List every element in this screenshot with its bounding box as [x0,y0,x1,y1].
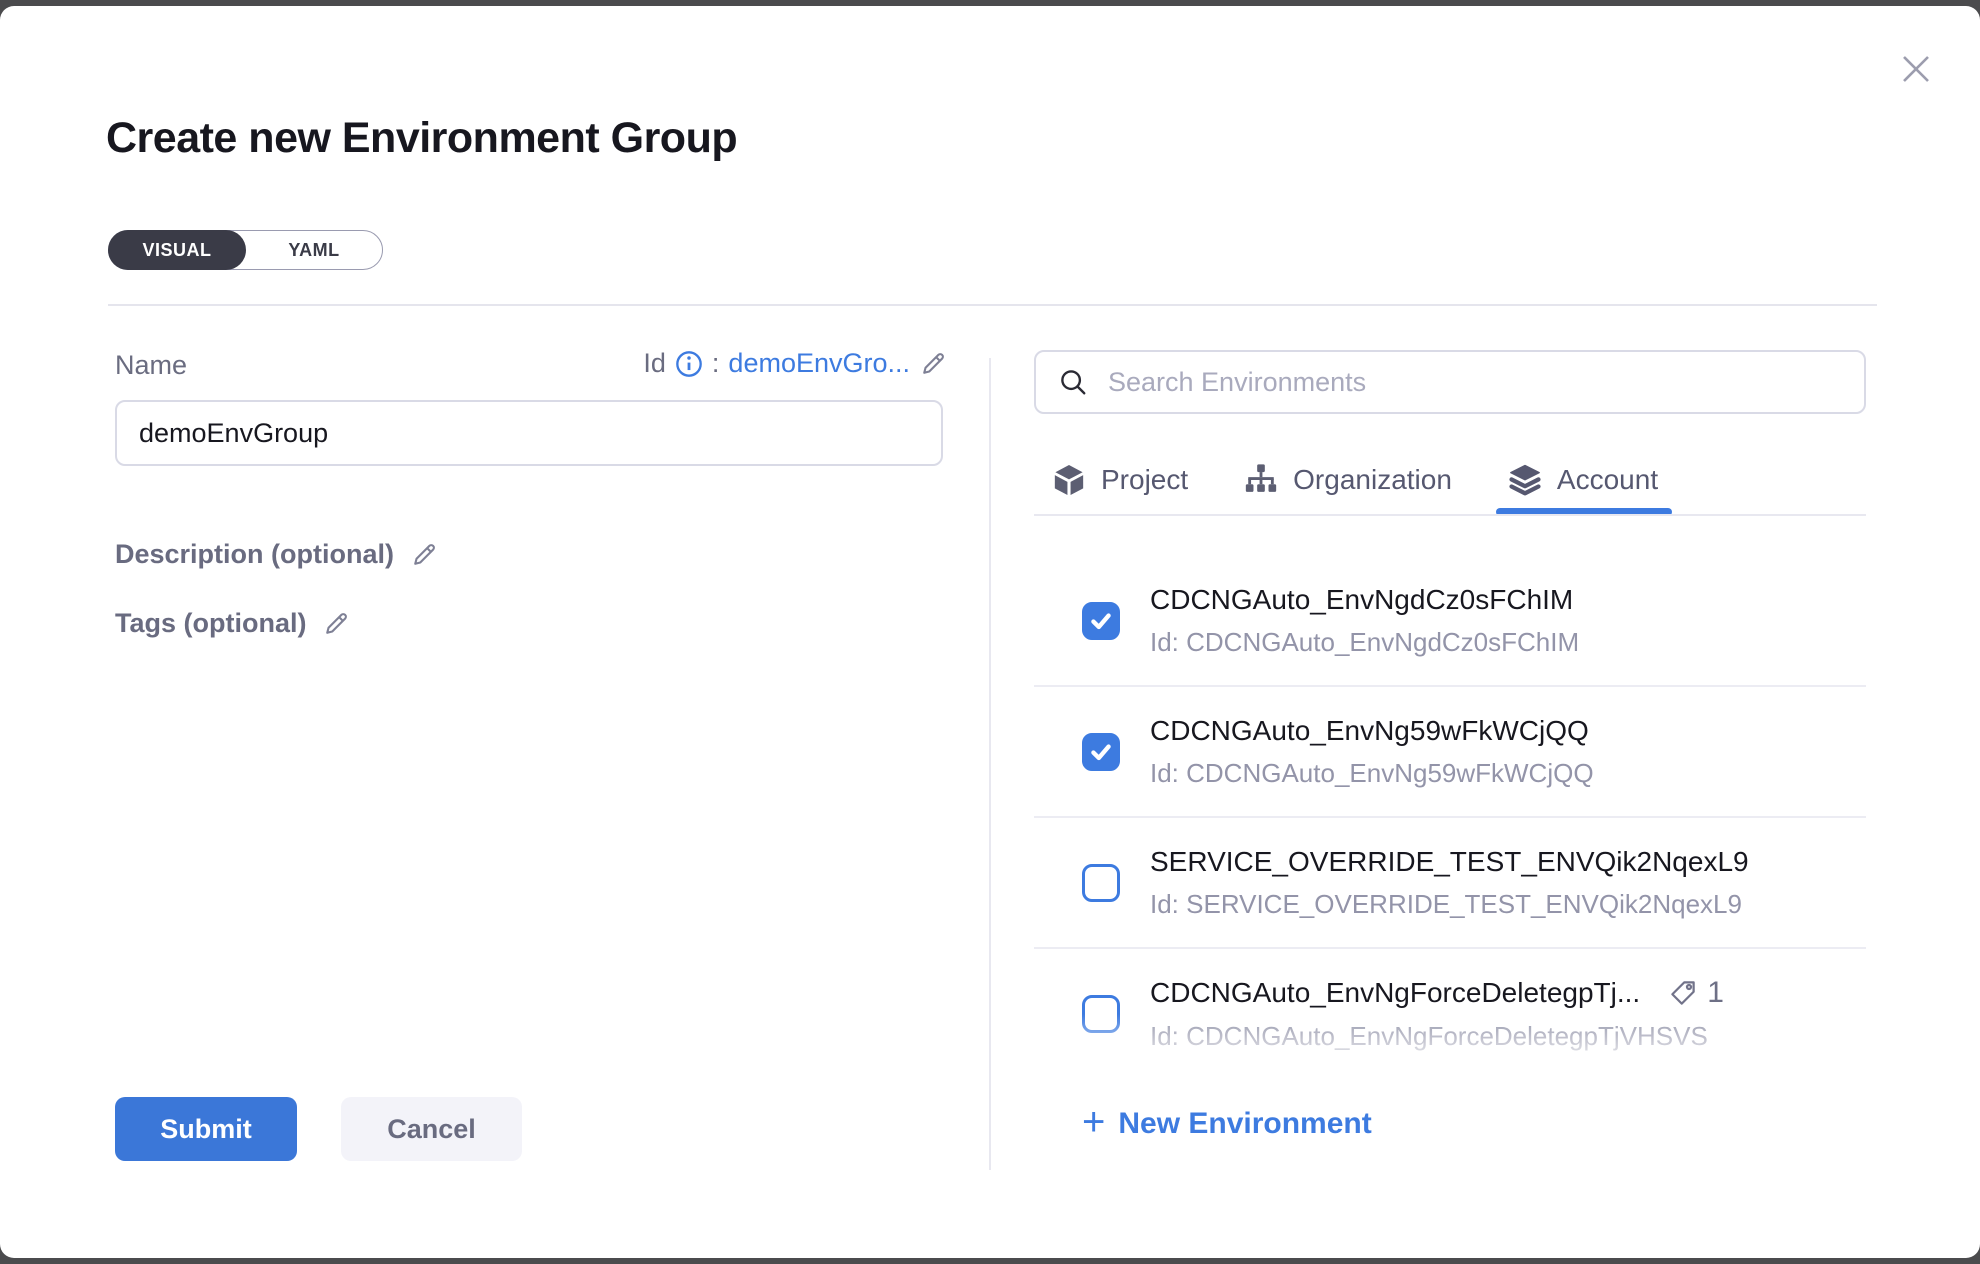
cancel-button[interactable]: Cancel [341,1097,522,1161]
environment-id: Id: CDCNGAuto_EnvNg59wFkWCjQQ [1150,758,1594,789]
close-icon[interactable] [1891,44,1941,94]
environment-row[interactable]: CDCNGAuto_EnvNgdCz0sFChIM Id: CDCNGAuto_… [1034,556,1866,687]
yaml-toggle-button[interactable]: YAML [246,231,382,269]
visual-toggle-button[interactable]: VISUAL [108,230,246,270]
plus-icon: + [1082,1102,1105,1142]
layers-icon [1508,463,1542,497]
tag-count-badge: 1 [1668,976,1724,1010]
tab-account-label: Account [1557,464,1658,496]
environment-checkbox[interactable] [1082,995,1120,1033]
tab-organization-label: Organization [1293,464,1452,496]
environment-list: CDCNGAuto_EnvNgdCz0sFChIM Id: CDCNGAuto_… [1034,516,1866,1066]
environment-id: Id: CDCNGAuto_EnvNgdCz0sFChIM [1150,627,1579,658]
environment-row[interactable]: SERVICE_OVERRIDE_TEST_ENVQik2NqexL9 Id: … [1034,818,1866,949]
cube-icon [1052,463,1086,497]
search-environments-box [1034,350,1866,414]
name-label: Name [115,350,187,381]
edit-tags-icon[interactable] [322,610,350,638]
tag-icon [1668,978,1698,1008]
environment-checkbox[interactable] [1082,602,1120,640]
environment-row[interactable]: CDCNGAuto_EnvNgForceDeletegpTj... 1 Id: … [1034,949,1866,1066]
environment-name: CDCNGAuto_EnvNg59wFkWCjQQ [1150,715,1589,747]
tag-count: 1 [1707,976,1724,1010]
edit-description-icon[interactable] [410,541,438,569]
identifier-row: Id : demoEnvGro... [585,348,947,379]
tab-project-label: Project [1101,464,1188,496]
environment-name: CDCNGAuto_EnvNgdCz0sFChIM [1150,584,1573,616]
environment-checkbox[interactable] [1082,733,1120,771]
tab-organization[interactable]: Organization [1244,444,1452,516]
id-label: Id [643,348,666,379]
scope-tabs: Project Organization Account [1034,444,1866,516]
org-chart-icon [1244,463,1278,497]
environment-row[interactable]: CDCNGAuto_EnvNg59wFkWCjQQ Id: CDCNGAuto_… [1034,687,1866,818]
new-environment-label: New Environment [1118,1107,1371,1141]
id-value-link[interactable]: demoEnvGro... [728,348,910,379]
tags-label: Tags (optional) [115,608,306,639]
info-icon[interactable] [675,350,703,378]
environment-id: Id: CDCNGAuto_EnvNgForceDeletegpTjVHSVS [1150,1021,1724,1052]
environment-name: SERVICE_OVERRIDE_TEST_ENVQik2NqexL9 [1150,846,1749,878]
description-label: Description (optional) [115,539,394,570]
environment-checkbox[interactable] [1082,864,1120,902]
name-input[interactable] [115,400,943,466]
submit-button[interactable]: Submit [115,1097,297,1161]
environment-name: CDCNGAuto_EnvNgForceDeletegpTj... [1150,977,1640,1009]
id-colon: : [712,348,720,379]
edit-id-icon[interactable] [919,350,947,378]
environment-id: Id: SERVICE_OVERRIDE_TEST_ENVQik2NqexL9 [1150,889,1749,920]
panel-divider [989,358,991,1170]
create-environment-group-dialog: Create new Environment Group VISUAL YAML… [0,6,1980,1258]
new-environment-button[interactable]: + New Environment [1082,1106,1372,1142]
search-environments-input[interactable] [1106,366,1864,399]
visual-yaml-toggle: VISUAL YAML [108,230,383,270]
header-divider [108,304,1877,306]
dialog-title: Create new Environment Group [106,114,737,163]
tab-account[interactable]: Account [1508,444,1658,516]
search-icon [1058,367,1088,397]
tab-project[interactable]: Project [1052,444,1188,516]
